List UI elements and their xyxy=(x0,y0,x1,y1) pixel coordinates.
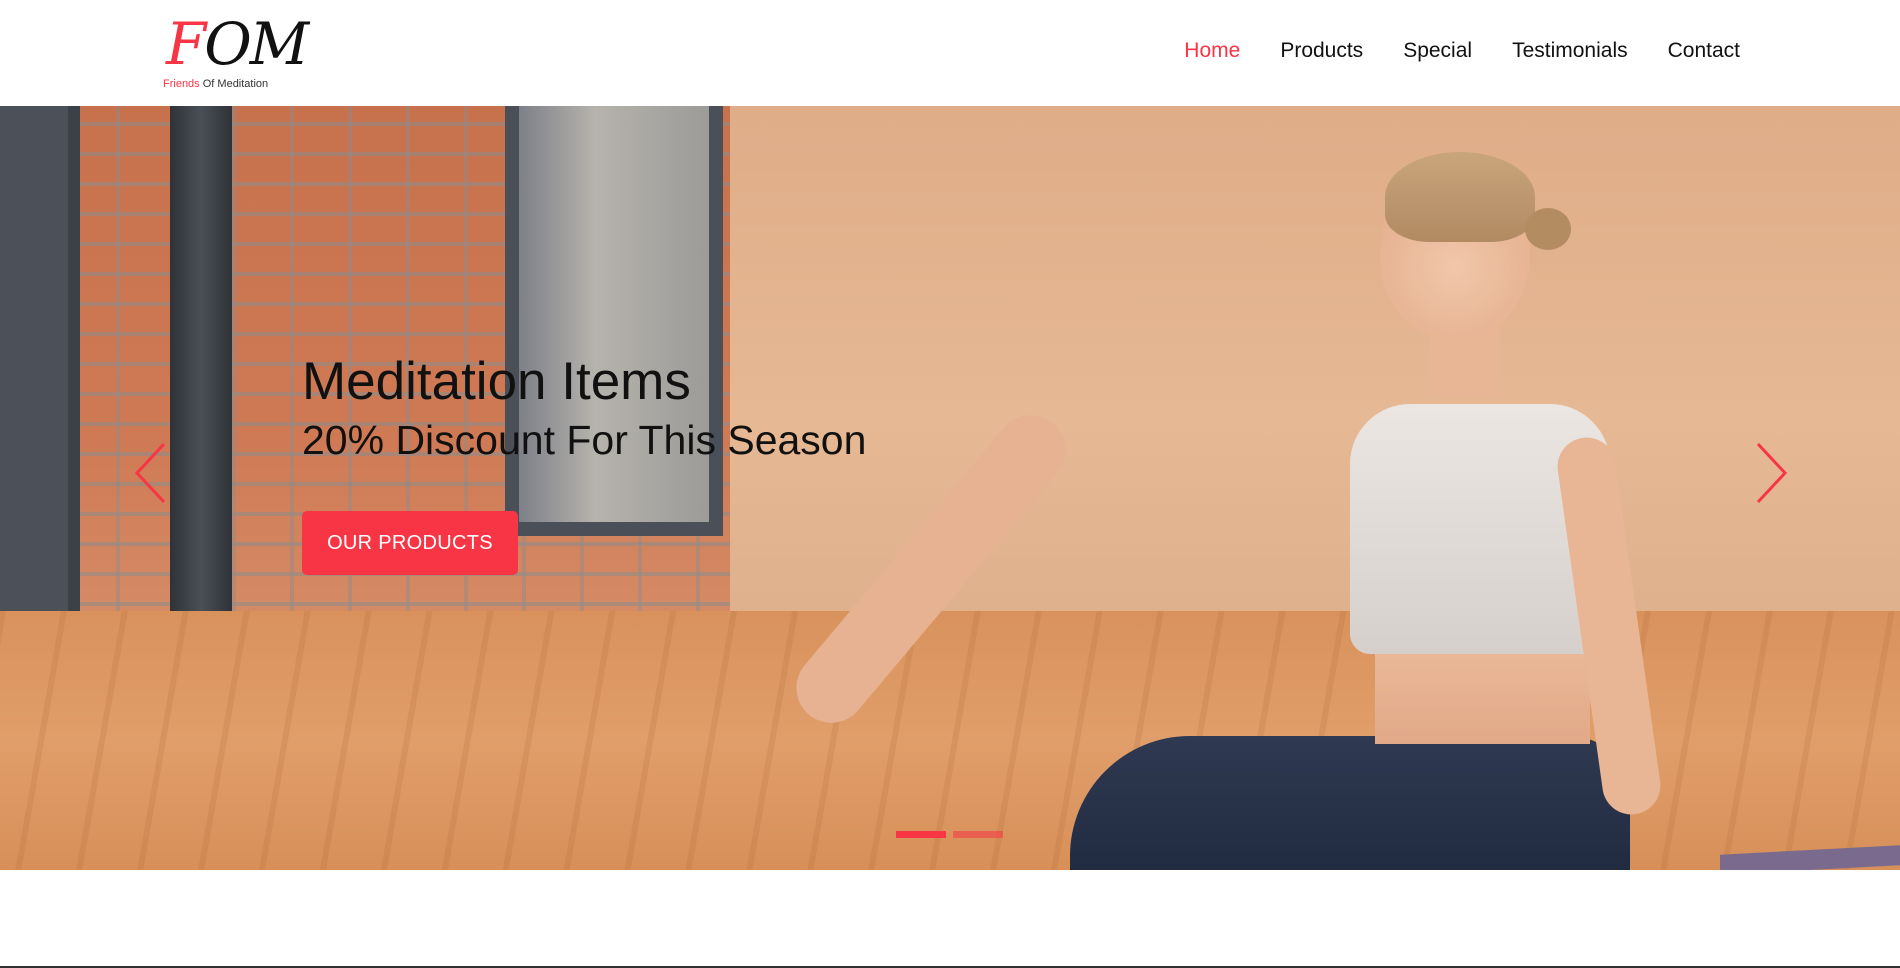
carousel-indicator-2[interactable] xyxy=(953,831,1003,838)
hero-background-window xyxy=(0,106,80,611)
logo-tagline: Friends Of Meditation xyxy=(163,78,269,90)
our-products-button[interactable]: OUR PRODUCTS xyxy=(302,511,518,575)
nav-item-products[interactable]: Products xyxy=(1280,36,1363,66)
figure-legs xyxy=(1070,736,1630,870)
figure-hair xyxy=(1385,152,1535,242)
carousel-prev-button[interactable] xyxy=(132,440,172,506)
hero-caption: Meditation Items 20% Discount For This S… xyxy=(302,350,866,466)
figure-hair-bun xyxy=(1525,208,1571,250)
logo[interactable]: FOM Friends Of Meditation xyxy=(160,10,309,96)
carousel-indicator-1[interactable] xyxy=(896,831,946,838)
main-nav: Home Products Special Testimonials Conta… xyxy=(1144,36,1740,66)
site-header: FOM Friends Of Meditation Home Products … xyxy=(0,0,1900,106)
nav-item-home[interactable]: Home xyxy=(1184,36,1240,66)
hero-title: Meditation Items xyxy=(302,352,691,411)
hero-background-window xyxy=(505,106,723,536)
nav-item-contact[interactable]: Contact xyxy=(1668,36,1740,66)
nav-item-special[interactable]: Special xyxy=(1403,36,1472,66)
chevron-left-icon xyxy=(134,442,166,504)
logo-mark: FOM xyxy=(166,10,309,78)
hero-subtitle: 20% Discount For This Season xyxy=(302,417,867,463)
nav-item-testimonials[interactable]: Testimonials xyxy=(1512,36,1628,66)
hero-image-meditating-woman xyxy=(782,146,1665,870)
chevron-right-icon xyxy=(1756,442,1788,504)
carousel-next-button[interactable] xyxy=(1750,440,1790,506)
hero-carousel xyxy=(0,106,1900,870)
carousel-indicators xyxy=(896,831,1003,838)
